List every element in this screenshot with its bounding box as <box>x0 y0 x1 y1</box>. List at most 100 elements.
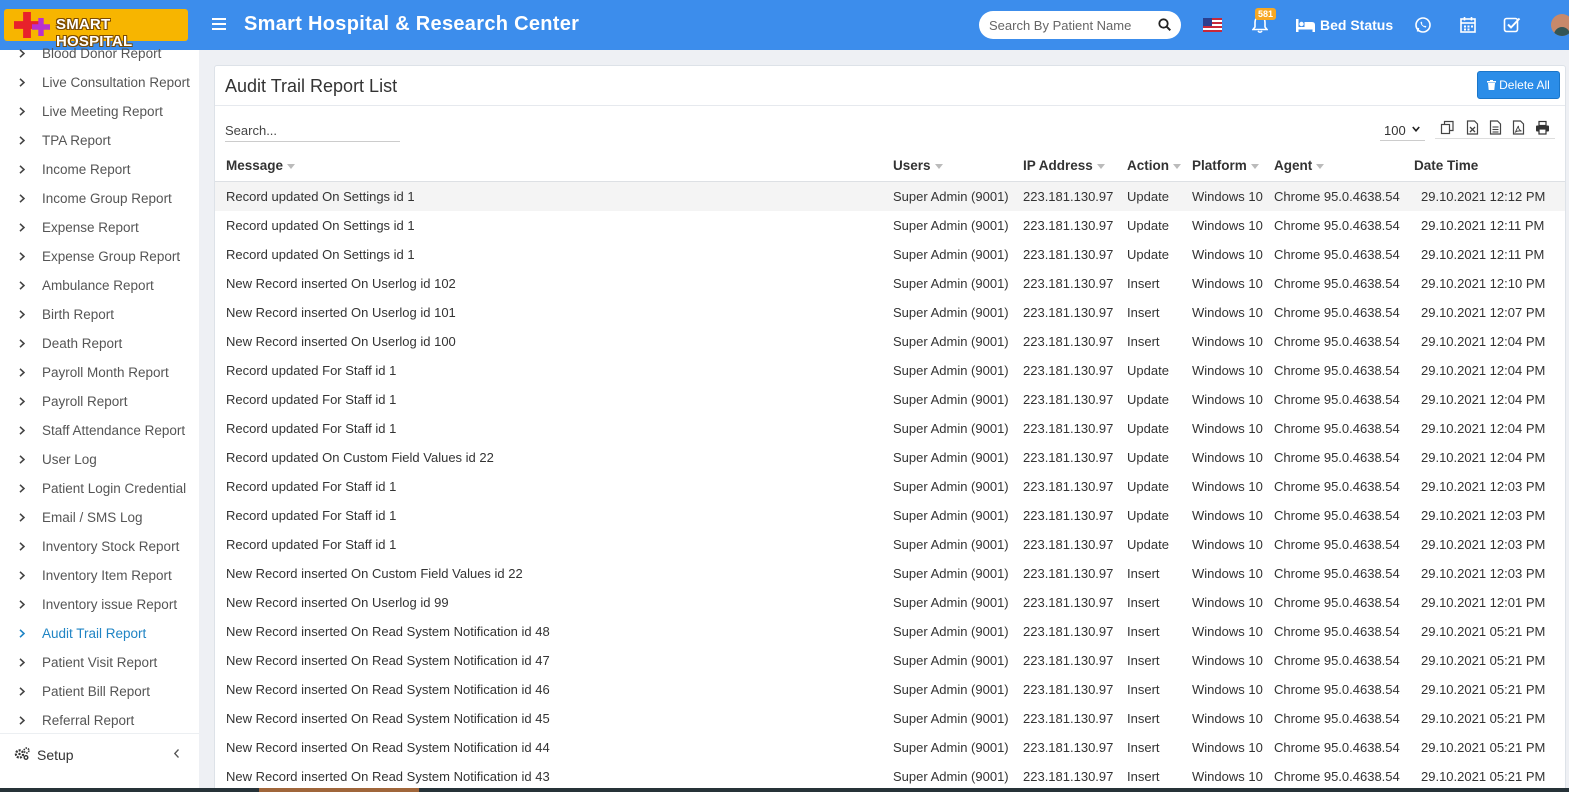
sidebar-item[interactable]: Expense Group Report <box>0 242 199 271</box>
copy-icon[interactable] <box>1440 120 1455 135</box>
sidebar-toggle-icon[interactable] <box>212 15 226 33</box>
table-row[interactable]: New Record inserted On Userlog id 100 Sup… <box>215 327 1565 356</box>
sidebar-item[interactable]: User Log <box>0 445 199 474</box>
table-cell: 29.10.2021 12:04 PM <box>1421 392 1546 407</box>
col-ip-address[interactable]: IP Address <box>1023 158 1105 173</box>
sidebar-item-label: Patient Visit Report <box>42 655 158 670</box>
col-agent[interactable]: Agent <box>1274 158 1325 173</box>
table-cell: Windows 10 <box>1192 218 1263 233</box>
sidebar-item-label: Patient Login Credential <box>42 481 187 496</box>
sidebar-item[interactable]: Audit Trail Report <box>0 619 199 648</box>
table-cell: Record updated On Settings id 1 <box>226 247 415 262</box>
table-cell: Chrome 95.0.4638.54 <box>1274 653 1400 668</box>
chevron-right-icon <box>19 426 25 435</box>
bed-status-button[interactable]: Bed Status <box>1296 14 1393 36</box>
sidebar-item[interactable]: Patient Login Credential <box>0 474 199 503</box>
user-avatar[interactable] <box>1551 14 1569 36</box>
table-cell: 223.181.130.97 <box>1023 218 1114 233</box>
chevron-right-icon <box>19 368 25 377</box>
sidebar-item[interactable]: Inventory Stock Report <box>0 532 199 561</box>
table-cell: Record updated For Staff id 1 <box>226 363 397 378</box>
col-platform[interactable]: Platform <box>1192 158 1259 173</box>
table-cell: 29.10.2021 12:01 PM <box>1421 595 1546 610</box>
table-cell: Insert <box>1127 624 1160 639</box>
page-size-select[interactable]: 100 <box>1380 119 1425 141</box>
chevron-left-icon <box>174 749 179 758</box>
table-row[interactable]: New Record inserted On Userlog id 102 Sup… <box>215 269 1565 298</box>
table-row[interactable]: New Record inserted On Read System Notif… <box>215 646 1565 675</box>
horizontal-scrollbar[interactable] <box>0 788 1569 792</box>
table-cell: Windows 10 <box>1192 653 1263 668</box>
table-row[interactable]: Record updated For Staff id 1 Super Admin… <box>215 356 1565 385</box>
pdf-icon[interactable] <box>1511 120 1526 135</box>
table-row[interactable]: Record updated For Staff id 1 Super Admin… <box>215 414 1565 443</box>
print-icon[interactable] <box>1535 120 1550 135</box>
sidebar-item[interactable]: Income Report <box>0 155 199 184</box>
search-icon[interactable] <box>1158 18 1171 31</box>
sidebar-item[interactable]: Payroll Month Report <box>0 358 199 387</box>
sidebar-item[interactable]: Live Consultation Report <box>0 68 199 97</box>
table-cell: Super Admin (9001) <box>893 595 1009 610</box>
table-row[interactable]: New Record inserted On Userlog id 99 Supe… <box>215 588 1565 617</box>
table-cell: Chrome 95.0.4638.54 <box>1274 566 1400 581</box>
hospital-logo[interactable]: SMART HOSPITAL <box>4 9 188 50</box>
table-row[interactable]: New Record inserted On Read System Notif… <box>215 762 1565 791</box>
table-row[interactable]: New Record inserted On Read System Notif… <box>215 704 1565 733</box>
table-row[interactable]: New Record inserted On Userlog id 101 Sup… <box>215 298 1565 327</box>
csv-icon[interactable] <box>1488 120 1503 135</box>
col-date-time[interactable]: Date Time <box>1414 158 1478 173</box>
delete-all-button[interactable]: Delete All <box>1477 71 1560 99</box>
table-cell: Chrome 95.0.4638.54 <box>1274 247 1400 262</box>
table-row[interactable]: Record updated For Staff id 1 Super Admin… <box>215 501 1565 530</box>
task-check-icon[interactable] <box>1503 16 1521 34</box>
excel-icon[interactable] <box>1465 120 1480 135</box>
sidebar-item[interactable]: TPA Report <box>0 126 199 155</box>
flag-us-icon[interactable] <box>1203 18 1222 32</box>
table-cell: Record updated On Settings id 1 <box>226 189 415 204</box>
table-row[interactable]: Record updated On Settings id 1 Super Adm… <box>215 240 1565 269</box>
sidebar-item[interactable]: Email / SMS Log <box>0 503 199 532</box>
scrollbar-thumb[interactable] <box>259 788 419 792</box>
sidebar-item[interactable]: Blood Donor Report <box>0 39 199 68</box>
patient-search-input[interactable] <box>989 16 1149 34</box>
sidebar-item-setup[interactable]: Setup <box>0 733 199 773</box>
table-row[interactable]: Record updated On Settings id 1 Super Adm… <box>215 182 1565 211</box>
table-cell: Record updated For Staff id 1 <box>226 421 397 436</box>
sidebar-item[interactable]: Staff Attendance Report <box>0 416 199 445</box>
table-row[interactable]: Record updated For Staff id 1 Super Admin… <box>215 530 1565 559</box>
whatsapp-icon[interactable] <box>1414 16 1432 34</box>
chevron-right-icon <box>19 629 25 638</box>
sidebar-item[interactable]: Patient Bill Report <box>0 677 199 706</box>
sidebar-item[interactable]: Live Meeting Report <box>0 97 199 126</box>
sidebar-item[interactable]: Referral Report <box>0 706 199 735</box>
table-search-input[interactable] <box>225 120 400 142</box>
table-cell: Chrome 95.0.4638.54 <box>1274 595 1400 610</box>
table-cell: Super Admin (9001) <box>893 508 1009 523</box>
table-cell: Insert <box>1127 740 1160 755</box>
sidebar-item[interactable]: Income Group Report <box>0 184 199 213</box>
table-row[interactable]: Record updated On Settings id 1 Super Adm… <box>215 211 1565 240</box>
table-row[interactable]: New Record inserted On Read System Notif… <box>215 675 1565 704</box>
sidebar-item[interactable]: Payroll Report <box>0 387 199 416</box>
calendar-icon[interactable] <box>1459 16 1477 34</box>
sidebar-item[interactable]: Expense Report <box>0 213 199 242</box>
sidebar-item[interactable]: Inventory issue Report <box>0 590 199 619</box>
sidebar-item[interactable]: Inventory Item Report <box>0 561 199 590</box>
table-row[interactable]: Record updated On Custom Field Values id… <box>215 443 1565 472</box>
col-action[interactable]: Action <box>1127 158 1181 173</box>
table-row[interactable]: New Record inserted On Read System Notif… <box>215 733 1565 762</box>
table-row[interactable]: New Record inserted On Read System Notif… <box>215 617 1565 646</box>
sidebar-item-label: Inventory Item Report <box>42 568 172 583</box>
logo-cross-icon <box>8 12 56 38</box>
table-row[interactable]: New Record inserted On Custom Field Valu… <box>215 559 1565 588</box>
col-users[interactable]: Users <box>893 158 943 173</box>
table-cell: Insert <box>1127 334 1160 349</box>
sidebar-item[interactable]: Death Report <box>0 329 199 358</box>
col-message[interactable]: Message <box>226 158 296 173</box>
sidebar-item[interactable]: Ambulance Report <box>0 271 199 300</box>
sidebar-item[interactable]: Birth Report <box>0 300 199 329</box>
table-cell: Chrome 95.0.4638.54 <box>1274 450 1400 465</box>
sidebar-item[interactable]: Patient Visit Report <box>0 648 199 677</box>
table-row[interactable]: Record updated For Staff id 1 Super Admin… <box>215 385 1565 414</box>
table-row[interactable]: Record updated For Staff id 1 Super Admin… <box>215 472 1565 501</box>
